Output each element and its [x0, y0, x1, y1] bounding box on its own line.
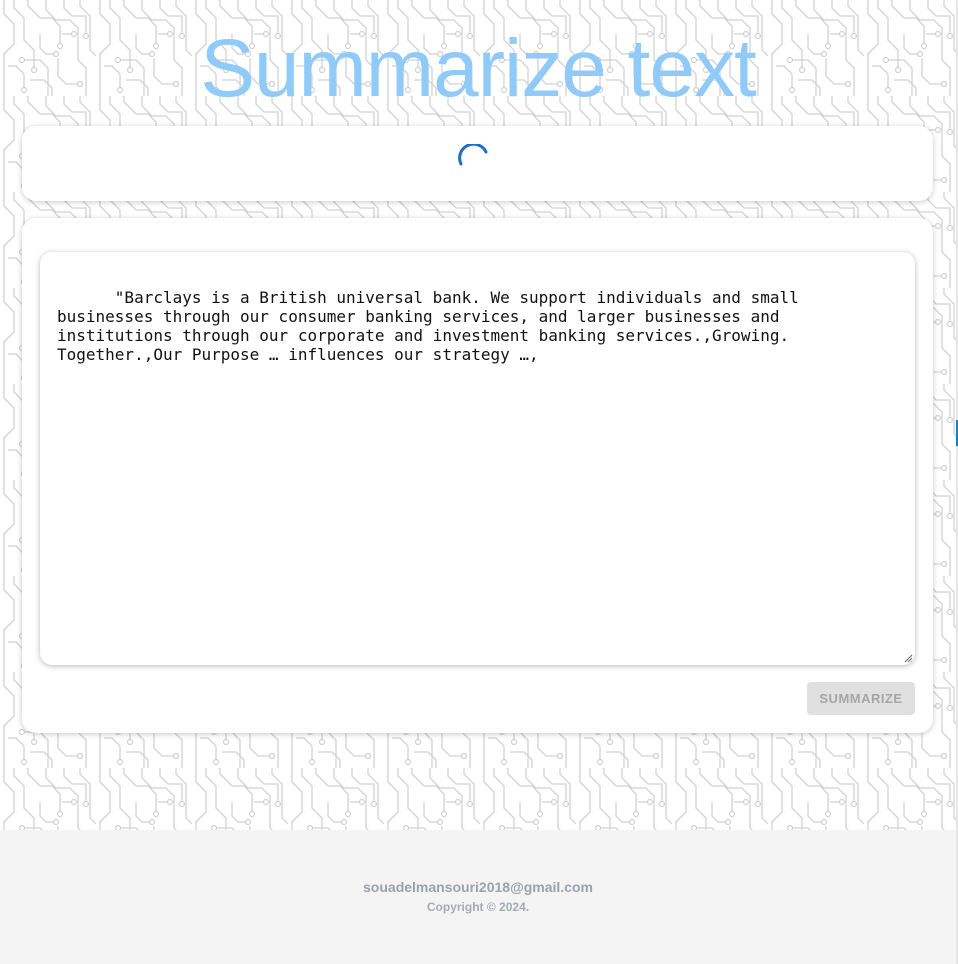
input-text: "Barclays is a British universal bank. W…: [57, 288, 809, 364]
footer: souadelmansouri2018@gmail.com Copyright …: [0, 830, 956, 964]
resize-grip-icon[interactable]: [903, 653, 913, 663]
hero-background: Summarize text "Barclays is a British un…: [0, 0, 956, 830]
status-card: [22, 126, 933, 201]
page-title: Summarize text: [200, 23, 757, 114]
footer-copyright: Copyright © 2024.: [426, 900, 530, 914]
summarize-button[interactable]: SUMMARIZE: [807, 682, 915, 715]
editor-card: "Barclays is a British universal bank. W…: [22, 218, 933, 733]
text-input-area[interactable]: "Barclays is a British universal bank. W…: [40, 252, 915, 665]
footer-email: souadelmansouri2018@gmail.com: [363, 879, 593, 895]
loading-spinner-icon: [458, 144, 488, 166]
